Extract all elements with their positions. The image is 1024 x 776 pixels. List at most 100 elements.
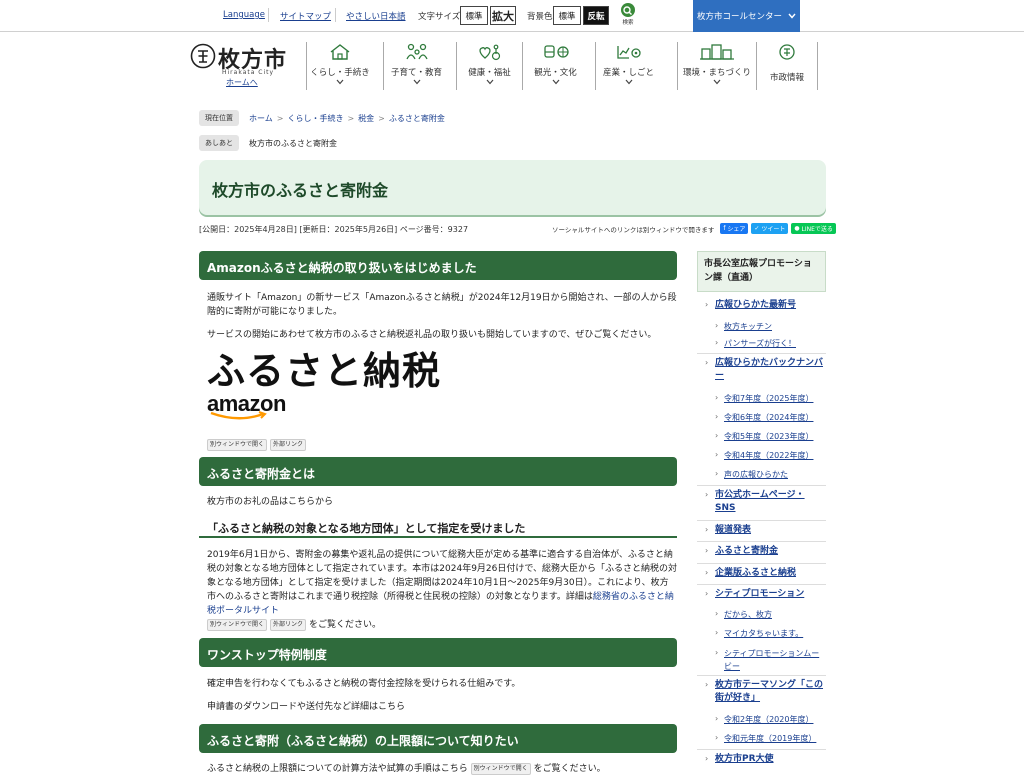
health-welfare-icon [478, 44, 500, 61]
divider [268, 8, 269, 22]
breadcrumb-tag: 現在位置 [199, 110, 239, 126]
chevron-right-icon: › [705, 546, 709, 555]
facebook-share-button[interactable]: f シェア [720, 223, 749, 234]
sidebar-item[interactable]: 令和7年度（2025年度） [724, 392, 824, 405]
sidebar-item[interactable]: ふるさと寄附金 [715, 545, 823, 558]
font-large-button[interactable]: 拡大 [490, 6, 516, 25]
paragraph: サービスの開始にあわせて枚方市のふるさと納税返礼品の取り扱いも開始していますので… [207, 330, 657, 340]
sidebar-item[interactable]: 市公式ホームページ・SNS [715, 489, 823, 515]
sidebar-item[interactable]: パンサーズが行く！ [724, 337, 824, 350]
sidebar-item[interactable]: シティプロモーションムービー [724, 647, 824, 673]
chevron-right-icon: › [715, 628, 719, 637]
chevron-right-icon: › [705, 589, 709, 598]
chevron-right-icon: › [705, 568, 709, 577]
bg-standard-button[interactable]: 標準 [553, 6, 581, 25]
line-label: LINEで送る [801, 226, 833, 233]
one-stop-detail-link[interactable]: 申請書のダウンロードや送付先など詳細はこちら [207, 700, 405, 714]
chevron-down-icon [486, 79, 493, 85]
chevron-down-icon [788, 13, 796, 19]
social-note: ソーシャルサイトへのリンクは別ウィンドウで開きます [552, 225, 715, 234]
sidebar-item[interactable]: 声の広報ひらかた [724, 468, 824, 481]
chevron-down-icon [625, 79, 632, 85]
sidebar-item[interactable]: 報道発表 [715, 524, 823, 537]
paragraph: 確定申告を行わなくてもふるさと納税の寄付金控除を受けられる仕組みです。 [207, 679, 521, 689]
sidebar-item[interactable]: 令和5年度（2023年度） [724, 430, 824, 443]
tourism-culture-icon [543, 45, 569, 58]
bg-invert-button[interactable]: 反転 [583, 6, 609, 25]
new-window-badge: 別ウィンドウで開く [470, 762, 531, 775]
nav-label: 子育て・教育 [390, 68, 442, 78]
sidebar-divider [697, 563, 826, 564]
chevron-right-icon: › [705, 680, 709, 689]
sidebar-item[interactable]: 令和6年度（2024年度） [724, 411, 824, 424]
nav-sangyo[interactable]: 産業・しごと [595, 42, 661, 90]
page-meta: [公開日：2025年4月28日] [更新日：2025年5月26日] ページ番号：… [199, 224, 468, 235]
section-heading: ふるさと寄附金とは [199, 457, 677, 486]
line-share-button[interactable]: ● LINEで送る [791, 223, 836, 234]
easy-japanese-link[interactable]: やさしい日本語 [346, 10, 406, 22]
family-icon [405, 43, 428, 60]
sidebar-item[interactable]: 令和2年度（2020年度） [724, 713, 824, 726]
chevron-right-icon: › [705, 525, 709, 534]
nav-kankyo[interactable]: 環境・まちづくり [677, 42, 756, 90]
sidebar-item[interactable]: 広報ひらかた最新号 [715, 299, 823, 312]
sidebar-item[interactable]: 企業版ふるさと納税 [715, 567, 823, 580]
chevron-down-icon [552, 79, 559, 85]
sidebar-item[interactable]: シティプロモーション [715, 588, 823, 601]
line-icon: ● [794, 225, 802, 232]
call-center-button[interactable]: 枚方市コールセンター [693, 0, 800, 32]
chevron-down-icon [713, 79, 721, 85]
city-name-roman: Hirakata City [222, 69, 275, 76]
city-buildings-icon [700, 44, 734, 60]
banner-text: ふるさと納税 [207, 349, 442, 393]
sidebar-item[interactable]: 枚方市テーマソング「この街が好き」 [715, 679, 823, 705]
chevron-right-icon: › [705, 754, 709, 763]
breadcrumb-link[interactable]: くらし・手続き [287, 113, 343, 124]
nav-label: 市政情報 [769, 73, 804, 83]
breadcrumb-separator: > [378, 113, 385, 123]
sidebar-item[interactable]: 令和元年度（2019年度） [724, 732, 824, 745]
subsection-heading: 「ふるさと納税の対象となる地方団体」として指定を受けました [199, 516, 677, 538]
chevron-right-icon: › [715, 393, 719, 402]
breadcrumb-link[interactable]: ふるさと寄附金 [389, 113, 445, 124]
language-link[interactable]: Language [223, 10, 265, 20]
twitter-share-button[interactable]: ✓ ツイート [751, 223, 789, 234]
site-logo[interactable]: 枚方市 Hirakata City ホームへ [190, 42, 290, 92]
chevron-down-icon [413, 79, 420, 85]
sitemap-link[interactable]: サイトマップ [280, 10, 331, 22]
new-window-badge: 別ウィンドウで開く [207, 438, 268, 451]
sidebar-item[interactable]: 枚方市PR大使 [715, 753, 823, 766]
ashiato-tag: あしあと [199, 135, 239, 151]
nav-shisei[interactable]: 市政情報 [756, 42, 818, 90]
new-window-badge: 別ウィンドウで開く [207, 618, 268, 631]
search-icon [621, 3, 635, 17]
house-icon [330, 44, 350, 60]
nav-kenko[interactable]: 健康・福祉 [456, 42, 522, 90]
sidebar-item[interactable]: マイカタちゃいます。 [724, 627, 824, 640]
home-link[interactable]: ホームへ [226, 77, 258, 88]
breadcrumb-link[interactable]: ホーム [249, 113, 273, 124]
search-button[interactable]: 検索 [618, 3, 638, 29]
twitter-label: ツイート [761, 226, 786, 233]
sidebar-item[interactable]: だから、枚方 [724, 608, 824, 621]
chevron-right-icon: › [715, 431, 719, 440]
sidebar-item[interactable]: 広報ひらかたバックナンバー [715, 357, 823, 383]
nav-kurashi[interactable]: くらし・手続き [306, 42, 373, 90]
sidebar-item[interactable]: 令和4年度（2022年度） [724, 449, 824, 462]
breadcrumb-link[interactable]: 税金 [358, 113, 374, 124]
nav-label: 産業・しごと [602, 68, 654, 78]
sidebar-item[interactable]: 枚方キッチン [724, 320, 824, 333]
amazon-furusato-banner[interactable]: ふるさと納税 amazon [207, 349, 442, 429]
updated-date: [更新日：2025年5月26日] [299, 225, 398, 234]
divider [335, 8, 336, 22]
chevron-right-icon: › [705, 490, 709, 499]
nav-kosodate[interactable]: 子育て・教育 [383, 42, 449, 90]
chevron-right-icon: › [705, 300, 709, 309]
gift-link[interactable]: 枚方市のお礼の品はこちらから [207, 495, 333, 509]
font-standard-button[interactable]: 標準 [460, 6, 488, 25]
search-label: 検索 [622, 20, 634, 26]
nav-kanko[interactable]: 観光・文化 [522, 42, 588, 90]
chevron-right-icon: › [715, 733, 719, 742]
nav-label: 観光・文化 [534, 68, 577, 78]
breadcrumb-separator: > [347, 113, 355, 123]
